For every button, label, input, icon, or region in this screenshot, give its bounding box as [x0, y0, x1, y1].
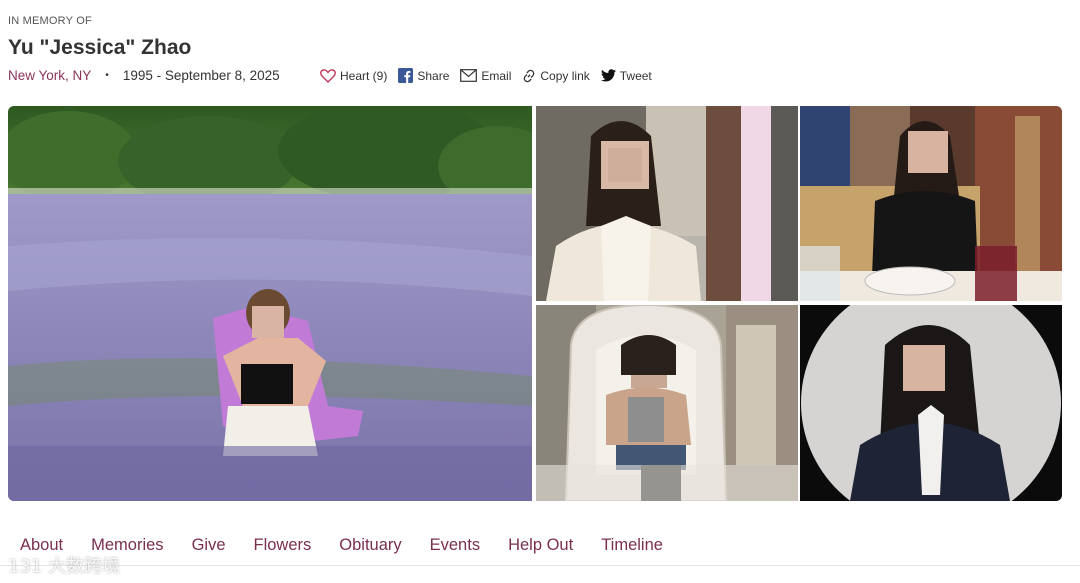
memorial-tabs: About Memories Give Flowers Obituary Eve… [0, 536, 1080, 566]
photo-restaurant[interactable] [800, 106, 1062, 301]
tab-events[interactable]: Events [430, 536, 480, 565]
share-button[interactable]: Share [398, 68, 449, 83]
share-actions: Heart (9) Share Email Copy link Tweet [320, 68, 652, 83]
heart-label: Heart (9) [340, 68, 388, 83]
tweet-label: Tweet [619, 68, 652, 83]
in-memory-of-label: IN MEMORY OF [8, 15, 92, 27]
facebook-icon [398, 68, 414, 83]
heart-icon [320, 69, 336, 83]
photo-lavender-field[interactable] [8, 106, 532, 501]
deceased-name: Yu "Jessica" Zhao [8, 36, 192, 59]
photo-portrait[interactable] [800, 305, 1062, 501]
copy-link-label: Copy link [540, 68, 590, 83]
copy-link-button[interactable]: Copy link [522, 68, 590, 83]
mail-icon [460, 69, 478, 82]
email-label: Email [481, 68, 512, 83]
tab-flowers[interactable]: Flowers [254, 536, 312, 565]
tab-timeline[interactable]: Timeline [601, 536, 663, 565]
share-label: Share [417, 68, 450, 83]
tab-give[interactable]: Give [192, 536, 226, 565]
meta-row: New York, NY • 1995 - September 8, 2025 [8, 68, 280, 83]
twitter-icon [600, 69, 616, 82]
email-button[interactable]: Email [460, 69, 511, 83]
link-icon [524, 69, 535, 82]
photo-white-chair[interactable] [536, 305, 798, 501]
tab-obituary[interactable]: Obituary [339, 536, 401, 565]
heart-button[interactable]: Heart (9) [320, 68, 387, 83]
watermark-logo: 131 大数跨境 [8, 556, 121, 577]
photo-gallery [8, 106, 1062, 501]
photo-white-coat[interactable] [536, 106, 798, 301]
life-dates: 1995 - September 8, 2025 [122, 68, 280, 83]
tweet-button[interactable]: Tweet [600, 68, 652, 83]
location-link[interactable]: New York, NY [8, 68, 91, 83]
separator-dot: • [105, 70, 109, 81]
tab-help-out[interactable]: Help Out [508, 536, 573, 565]
